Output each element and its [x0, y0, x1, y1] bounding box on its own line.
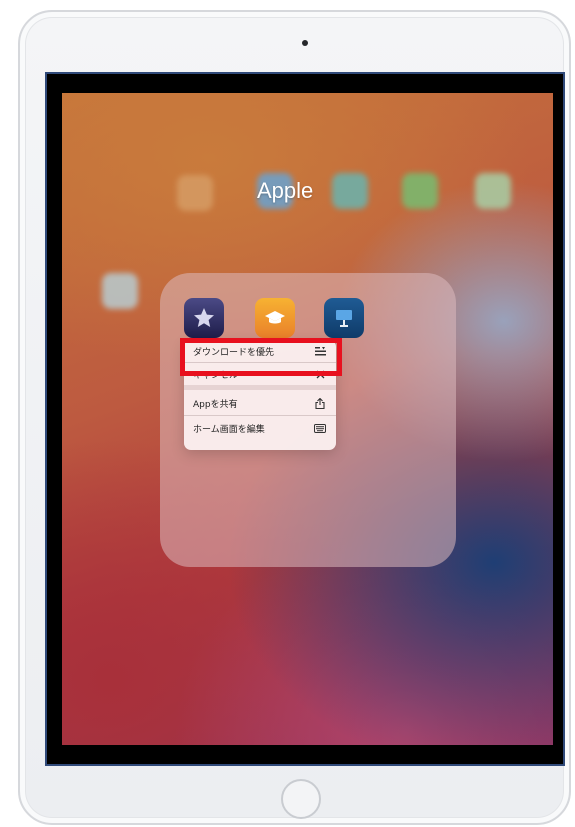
- blurred-app-icon: [475, 173, 511, 209]
- graduation-cap-icon: [265, 311, 285, 324]
- keyboard-icon: [314, 423, 326, 433]
- app-icon-star[interactable]: [184, 298, 224, 338]
- blurred-app-icon: [177, 175, 213, 211]
- menu-item-share-app[interactable]: Appを共有: [184, 392, 336, 414]
- home-screen: Apple ダウンロードを優先 キャンセル Appを共有 ホーム画面を編集: [62, 93, 553, 745]
- presentation-icon: [336, 310, 352, 327]
- share-icon: [314, 397, 326, 409]
- menu-item-label: Appを共有: [193, 399, 238, 410]
- menu-divider: [184, 415, 336, 416]
- folder-title: Apple: [257, 178, 314, 203]
- home-button[interactable]: [281, 779, 321, 819]
- menu-item-label: ホーム画面を編集: [193, 424, 265, 435]
- menu-group-divider: [184, 385, 336, 390]
- blurred-app-icon: [102, 273, 138, 309]
- app-icon-presentation[interactable]: [324, 298, 364, 338]
- highlight-box: [180, 338, 342, 376]
- star-icon: [194, 308, 214, 327]
- app-icon-graduation[interactable]: [255, 298, 295, 338]
- front-camera: [302, 40, 308, 46]
- menu-item-edit-home-screen[interactable]: ホーム画面を編集: [184, 417, 336, 439]
- blurred-app-icon: [402, 173, 438, 209]
